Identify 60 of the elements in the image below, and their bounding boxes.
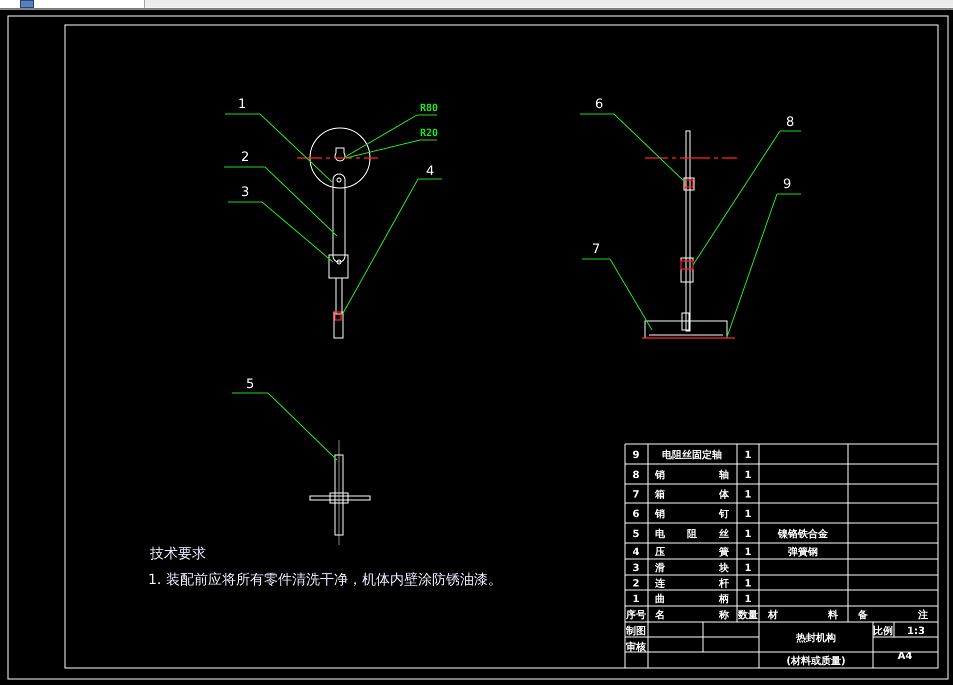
table-cell: 2 (632, 578, 640, 590)
part-number: 8 (786, 115, 794, 130)
table-label: 制图 (626, 626, 646, 637)
table-cell: 9 (632, 450, 640, 461)
table-cell: 1 (744, 490, 752, 500)
scale-value: 1:3 (907, 626, 925, 637)
table-cell: 1 (744, 529, 752, 540)
table-cell: 压 簧 (655, 547, 729, 558)
crank-disc-outline (310, 128, 370, 188)
leader-line (582, 258, 652, 330)
table-cell: 镍铬铁合金 (778, 529, 828, 540)
table-cell: 弹簧钢 (788, 547, 818, 558)
table-label: 比例 (873, 626, 893, 637)
drawing-icon (20, 0, 34, 8)
part-number: 6 (595, 97, 604, 112)
table-cell: 3 (632, 563, 640, 574)
requirements-title: 技术要求 (150, 546, 206, 562)
part-number: 2 (241, 150, 250, 165)
table-cell: 1 (744, 578, 752, 590)
part-number: 1 (238, 97, 246, 112)
table-label: 审核 (626, 642, 646, 653)
column-header: 名 称 (655, 610, 729, 621)
table-cell: 1 (744, 470, 752, 481)
table-cell: 销 轴 (655, 470, 729, 481)
slider-block-drawing (328, 254, 348, 278)
part-number: 3 (241, 185, 250, 200)
part-number: 9 (783, 177, 792, 192)
table-cell: 1 (744, 594, 752, 605)
part-number: 4 (426, 164, 434, 179)
table-cell: 1 (744, 547, 752, 558)
table-cell: 5 (632, 529, 640, 540)
table-cell: 1 (632, 594, 640, 605)
table-cell: 滑 块 (655, 563, 729, 574)
table-cell: 销 钉 (655, 509, 729, 520)
table-cell: 7 (632, 490, 640, 500)
keyway-hole (334, 148, 346, 162)
table-cell: 1 (744, 563, 752, 574)
spring-rod-drawing (334, 278, 344, 338)
table-cell: 1 (744, 450, 752, 461)
document-tab[interactable] (0, 0, 145, 8)
table-cell: 1 (744, 509, 752, 520)
table-cell: 电阻丝固定轴 (662, 450, 722, 461)
table-cell: 6 (632, 509, 640, 520)
dimension-text: R20 (420, 128, 438, 139)
table-cell: 4 (632, 547, 640, 558)
drawing-title: 热封机构 (796, 633, 836, 644)
part-number: 7 (592, 242, 600, 257)
table-cell: 8 (632, 470, 640, 481)
column-header: 序号 (626, 610, 646, 621)
column-header: 备 注 (858, 610, 928, 621)
part-number: 5 (246, 377, 254, 392)
table-cell: 箱 体 (655, 490, 729, 500)
column-header: 数量 (738, 610, 758, 621)
drawing-subtitle: (材料或质量) (786, 656, 846, 667)
requirement-text: 1. 装配前应将所有零件清洗干净，机体内壁涂防锈油漆。 (148, 572, 502, 588)
table-cell: 曲 柄 (655, 594, 729, 605)
column-header: 材 料 (768, 610, 838, 621)
table-cell: 电 阻 丝 (655, 529, 729, 540)
table-cell: 连 杆 (655, 578, 729, 590)
dimension-text: R80 (420, 103, 438, 114)
